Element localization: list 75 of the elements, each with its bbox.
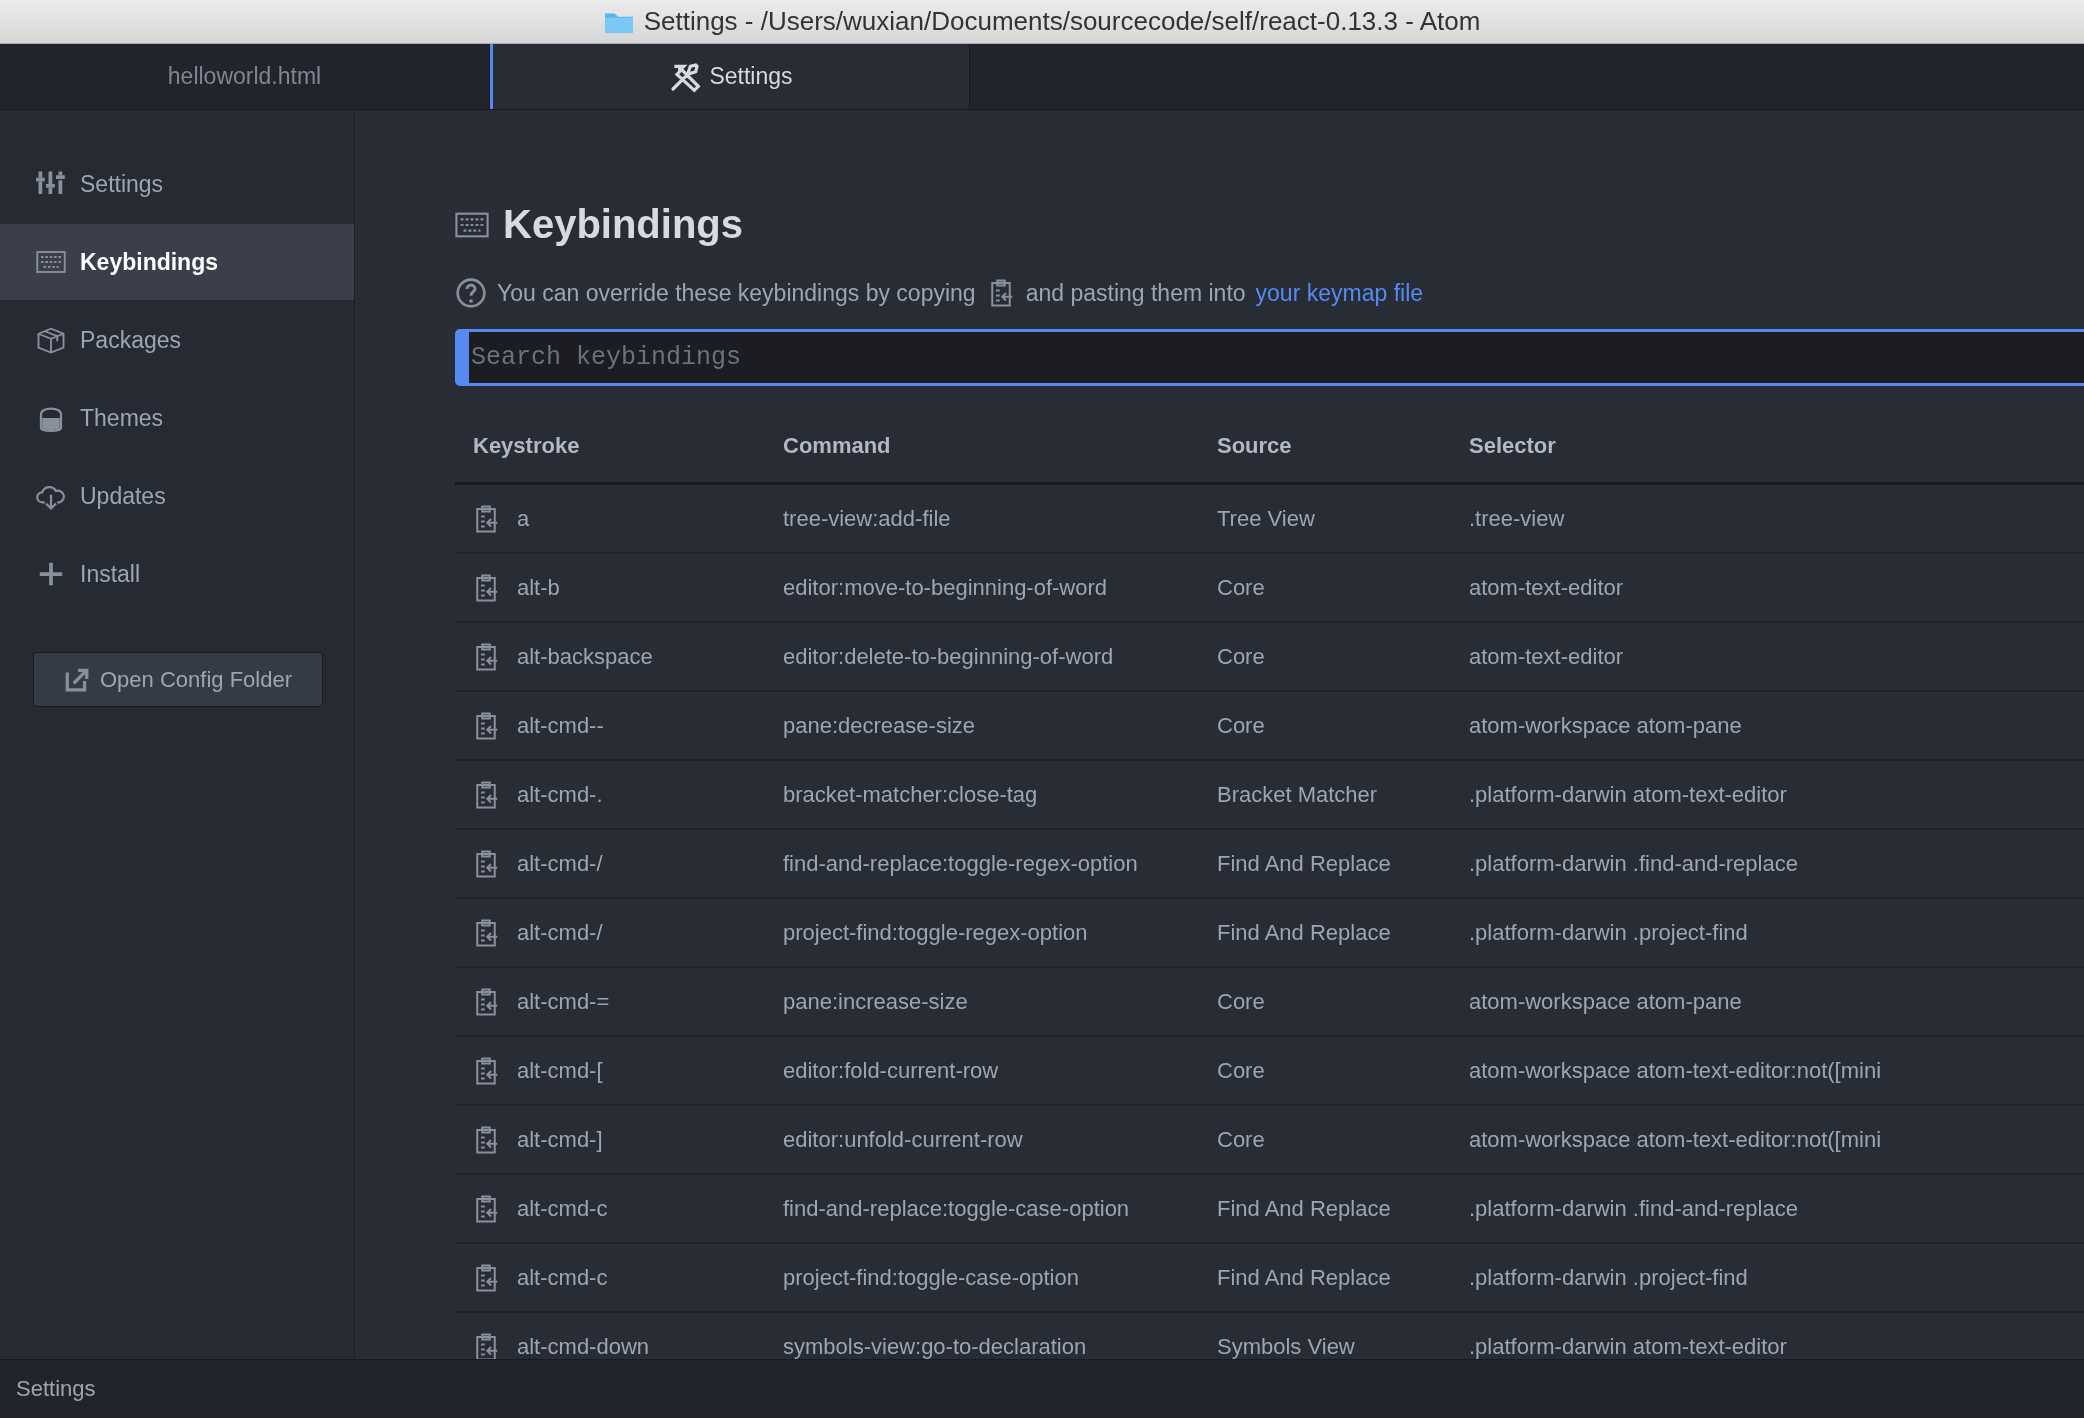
table-cell: Core xyxy=(1217,988,1265,1015)
sidebar-item[interactable]: Keybindings xyxy=(0,224,354,300)
column-header: Command xyxy=(782,410,1216,484)
table-cell: Find And Replace xyxy=(1217,919,1391,946)
info-text: and pasting them into xyxy=(1025,279,1246,307)
sidebar-item[interactable]: Install xyxy=(0,536,354,612)
window-title: Settings - /Users/wuxian/Documents/sourcecode/self/react-0.13.3 - Atom xyxy=(643,6,1481,37)
column-header: Selector xyxy=(1468,410,2084,484)
table-cell: .platform-darwin atom-text-editor xyxy=(1469,781,1787,808)
table-cell: alt-cmd-. xyxy=(517,781,603,808)
table-cell: project-find:toggle-regex-option xyxy=(783,919,1088,946)
sidebar-item[interactable]: Settings xyxy=(0,146,354,222)
table-cell: Core xyxy=(1217,712,1265,739)
table-cell: .platform-darwin .find-and-replace xyxy=(1469,1195,1798,1222)
tab[interactable]: Settings xyxy=(490,44,970,109)
box-icon xyxy=(36,325,66,355)
section-heading: Keybindings xyxy=(503,202,744,247)
table-cell: .platform-darwin .project-find xyxy=(1469,919,1748,946)
table-cell: bracket-matcher:close-tag xyxy=(783,781,1038,808)
table-cell: Symbols View xyxy=(1217,1333,1355,1359)
table-cell: alt-cmd-- xyxy=(517,712,604,739)
table-cell: Find And Replace xyxy=(1217,1264,1391,1291)
table-cell: Core xyxy=(1217,574,1265,601)
table-cell: editor:fold-current-row xyxy=(783,1057,999,1084)
table-cell: alt-cmd-c xyxy=(517,1195,608,1222)
table-cell: alt-cmd-[ xyxy=(517,1057,603,1084)
table-cell: editor:delete-to-beginning-of-word xyxy=(783,643,1114,670)
table-cell: find-and-replace:toggle-case-option xyxy=(783,1195,1130,1222)
table-cell: atom-workspace atom-pane xyxy=(1469,712,1742,739)
sidebar-item[interactable]: Updates xyxy=(0,458,354,534)
table-cell: tree-view:add-file xyxy=(783,505,951,532)
external-link-icon xyxy=(64,666,90,693)
table-cell: alt-backspace xyxy=(517,643,653,670)
table-cell: Find And Replace xyxy=(1217,850,1391,877)
table-cell: atom-workspace atom-text-editor:not([mini xyxy=(1469,1057,1882,1084)
table-cell: .platform-darwin .project-find xyxy=(1469,1264,1748,1291)
table-cell: Tree View xyxy=(1217,505,1315,532)
table-cell: atom-workspace atom-pane xyxy=(1469,988,1742,1015)
help-icon xyxy=(455,277,487,309)
table-cell: pane:decrease-size xyxy=(783,712,975,739)
table-cell: a xyxy=(517,505,530,532)
open-config-folder-button[interactable]: Open Config Folder xyxy=(33,652,323,707)
table-cell: alt-b xyxy=(517,574,560,601)
keymap-file-link[interactable]: your keymap file xyxy=(1255,279,1424,307)
table-cell: atom-workspace atom-text-editor:not([mini xyxy=(1469,1126,1882,1153)
table-cell: symbols-view:go-to-declaration xyxy=(783,1333,1087,1359)
table-cell: Core xyxy=(1217,643,1265,670)
table-cell: find-and-replace:toggle-regex-option xyxy=(783,850,1138,877)
table-cell: alt-cmd-down xyxy=(517,1333,650,1359)
table-cell: alt-cmd-= xyxy=(517,988,610,1015)
table-cell: alt-cmd-c xyxy=(517,1264,608,1291)
table-cell: alt-cmd-] xyxy=(517,1126,603,1153)
table-cell: .platform-darwin atom-text-editor xyxy=(1469,1333,1787,1359)
table-cell: editor:move-to-beginning-of-word xyxy=(783,574,1108,601)
table-cell: .tree-view xyxy=(1469,505,1565,532)
table-cell: Bracket Matcher xyxy=(1217,781,1378,808)
table-cell: atom-text-editor xyxy=(1469,574,1624,601)
status-text: Settings xyxy=(16,1376,96,1402)
table-cell: alt-cmd-/ xyxy=(517,850,603,877)
tools-icon xyxy=(669,60,702,93)
table-cell: editor:unfold-current-row xyxy=(783,1126,1023,1153)
table-cell: .platform-darwin .find-and-replace xyxy=(1469,850,1798,877)
search-field[interactable]: Search keybindings xyxy=(455,329,2084,386)
column-header: Keystroke xyxy=(455,410,782,484)
table-cell: atom-text-editor xyxy=(1469,643,1624,670)
table-cell: Core xyxy=(1217,1057,1265,1084)
table-cell: Find And Replace xyxy=(1217,1195,1391,1222)
table-cell: pane:increase-size xyxy=(783,988,968,1015)
table-cell: alt-cmd-/ xyxy=(517,919,603,946)
sidebar-item[interactable]: Packages xyxy=(0,302,354,378)
table-cell: Core xyxy=(1217,1126,1265,1153)
info-text: You can override these keybindings by copying xyxy=(497,279,976,307)
table-cell: project-find:toggle-case-option xyxy=(783,1264,1079,1291)
column-header: Source xyxy=(1216,410,1468,484)
sidebar-item[interactable]: Themes xyxy=(0,380,354,456)
